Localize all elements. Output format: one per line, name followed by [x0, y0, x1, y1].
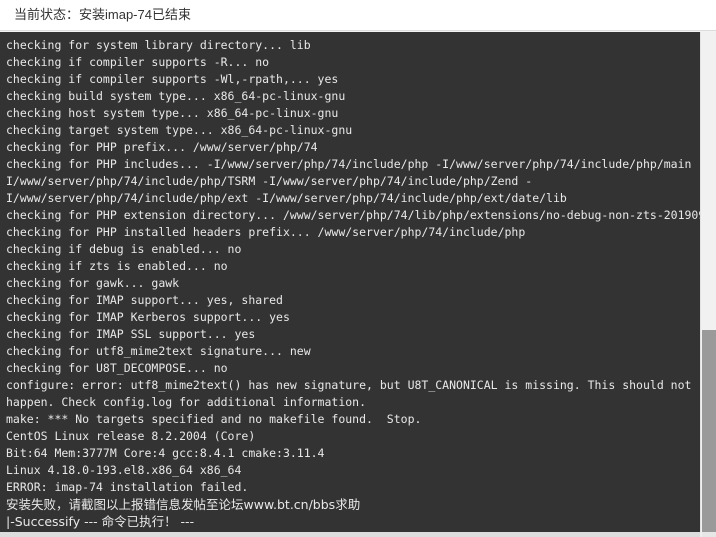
log-line: checking for PHP includes... -I/www/serv…	[6, 157, 700, 171]
current-status-label: 当前状态：安装imap-74已结束	[14, 7, 191, 22]
status-header: 当前状态：安装imap-74已结束	[0, 0, 716, 31]
log-line: I/www/server/php/74/include/php/ext -I/w…	[6, 191, 567, 205]
log-line: checking for U8T_DECOMPOSE... no	[6, 361, 228, 375]
log-line: checking for system library directory...…	[6, 38, 311, 52]
log-line-error: ERROR: imap-74 installation failed.	[6, 480, 249, 494]
log-line: checking for IMAP support... yes, shared	[6, 293, 283, 307]
install-log-window: 当前状态：安装imap-74已结束 checking for system li…	[0, 0, 716, 537]
log-line-error: happen. Check config.log for additional …	[6, 395, 367, 409]
log-line: checking target system type... x86_64-pc…	[6, 123, 353, 137]
log-line-error: configure: error: utf8_mime2text() has n…	[6, 378, 692, 392]
log-line: checking for IMAP Kerberos support... ye…	[6, 310, 290, 324]
log-line: checking build system type... x86_64-pc-…	[6, 89, 346, 103]
log-line: I/www/server/php/74/include/php/TSRM -I/…	[6, 174, 533, 188]
log-line: checking for PHP prefix... /www/server/p…	[6, 140, 318, 154]
log-line-command-executed: |-Successify --- 命令已执行！ ---	[6, 514, 195, 529]
log-line: checking if compiler supports -Wl,-rpath…	[6, 72, 339, 86]
log-line: checking host system type... x86_64-pc-l…	[6, 106, 339, 120]
log-line-sysinfo: Bit:64 Mem:3777M Core:4 gcc:8.4.1 cmake:…	[6, 446, 325, 460]
terminal-scrollbar[interactable]	[700, 32, 716, 537]
log-line-sysinfo: Linux 4.18.0-193.el8.x86_64 x86_64	[6, 463, 242, 477]
log-line: checking if compiler supports -R... no	[6, 55, 270, 69]
log-line-sysinfo: CentOS Linux release 8.2.2004 (Core)	[6, 429, 256, 443]
scrollbar-thumb[interactable]	[702, 330, 716, 537]
log-line: checking if debug is enabled... no	[6, 242, 242, 256]
log-line: checking for PHP extension directory... …	[6, 208, 700, 222]
log-line: checking for IMAP SSL support... yes	[6, 327, 256, 341]
log-line: checking for PHP installed headers prefi…	[6, 225, 526, 239]
log-line-error: make: *** No targets specified and no ma…	[6, 412, 422, 426]
log-line: checking for gawk... gawk	[6, 276, 180, 290]
log-line: checking for utf8_mime2text signature...…	[6, 344, 311, 358]
log-line: checking if zts is enabled... no	[6, 259, 228, 273]
background-page-edge	[0, 532, 716, 537]
terminal-output-panel[interactable]: checking for system library directory...…	[0, 32, 716, 537]
terminal-scroll-area[interactable]: checking for system library directory...…	[0, 32, 700, 537]
log-line-failure-notice: 安装失败，请截图以上报错信息发帖至论坛www.bt.cn/bbs求助	[6, 497, 361, 512]
